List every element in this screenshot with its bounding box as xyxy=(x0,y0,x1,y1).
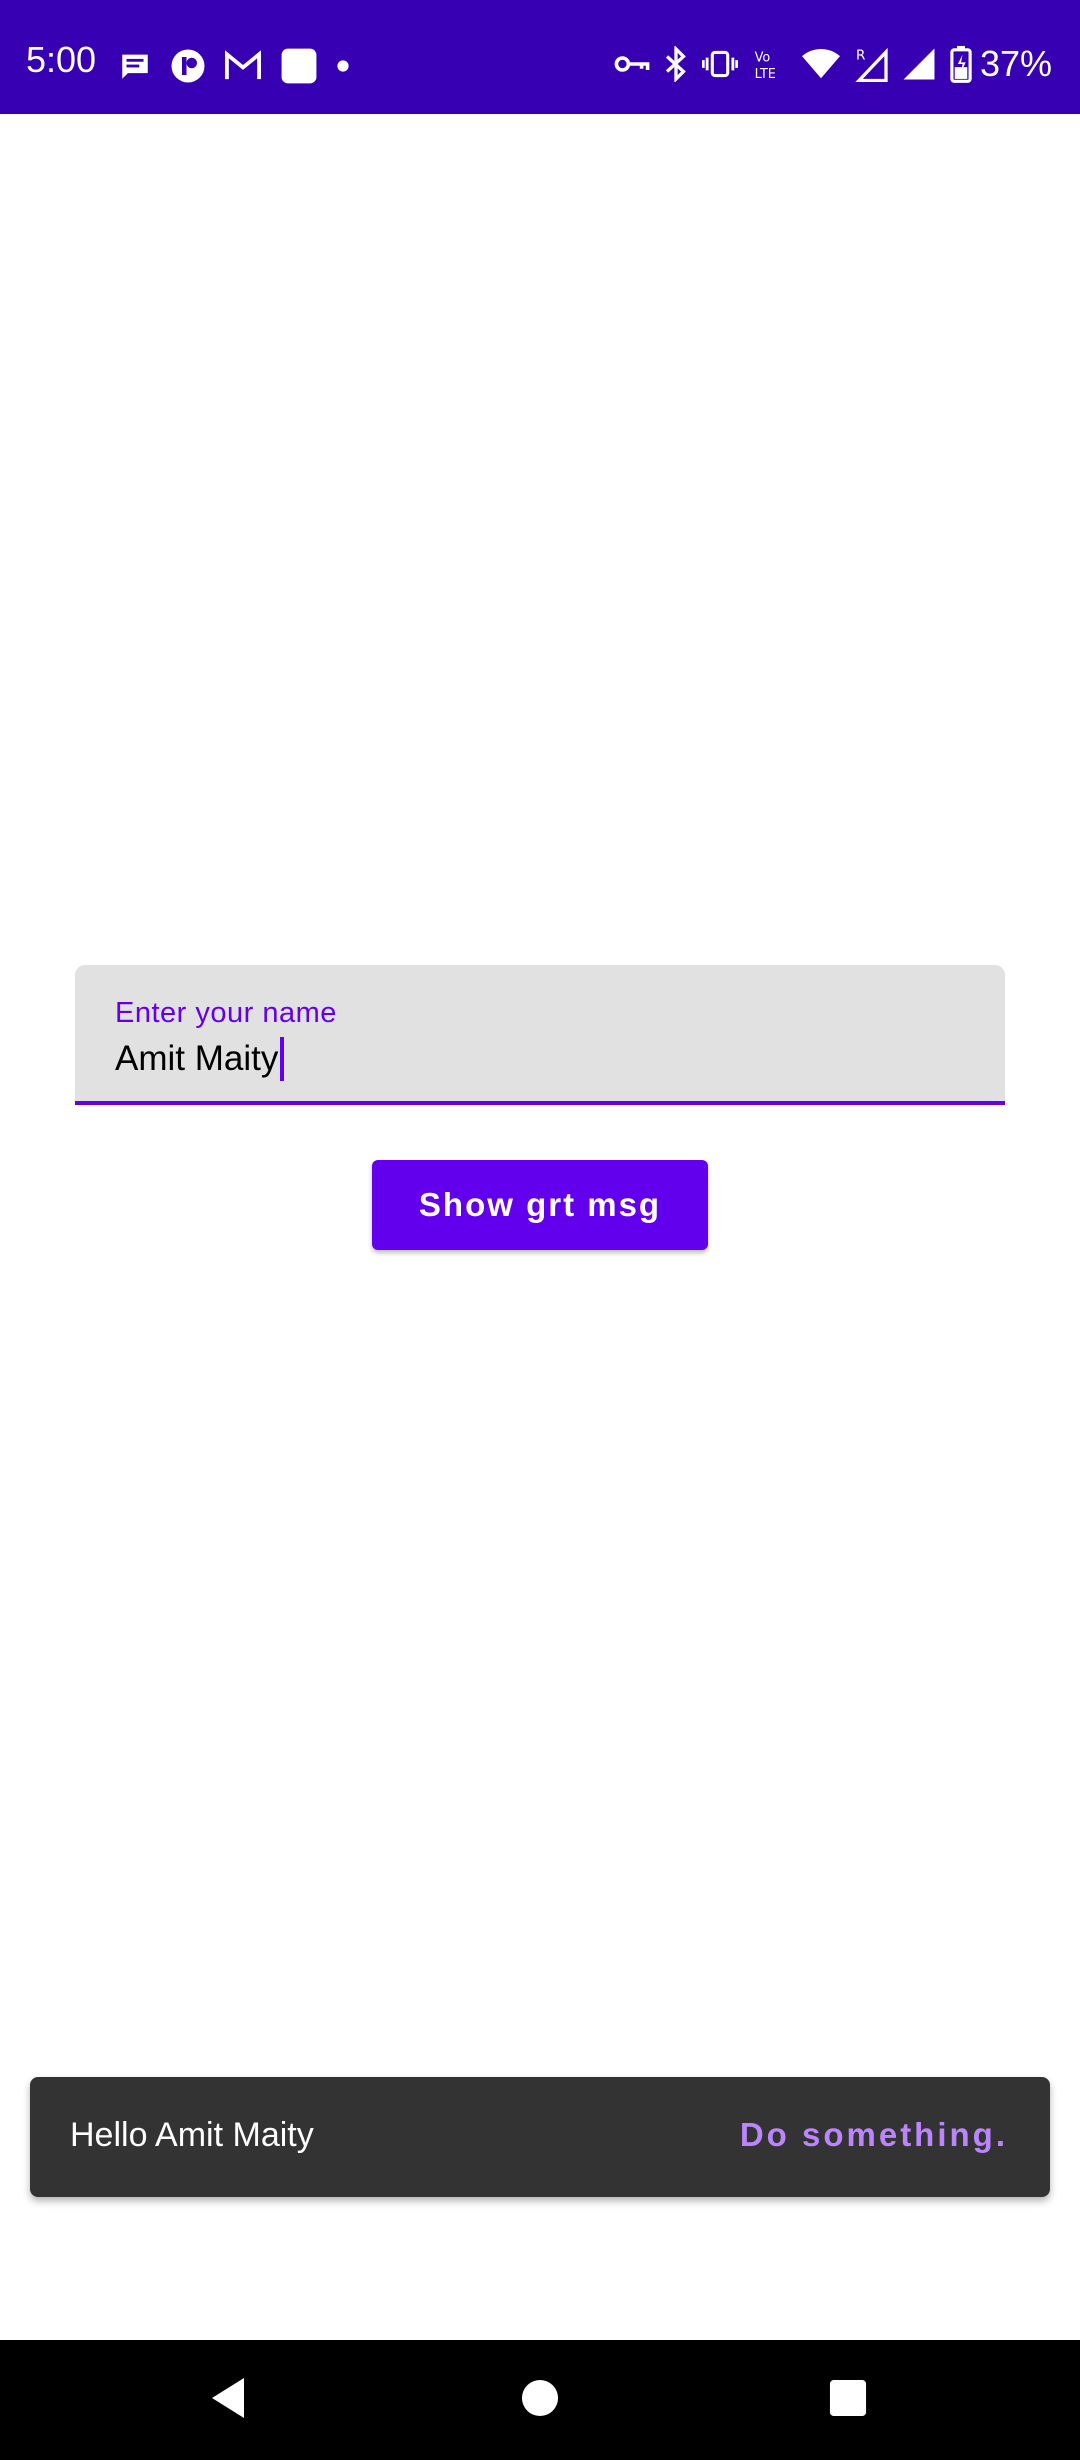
notification-icons xyxy=(118,46,350,86)
vpn-key-icon xyxy=(614,52,650,76)
volte-icon: Vo LTE xyxy=(752,47,788,81)
back-button[interactable] xyxy=(148,2340,308,2460)
home-button[interactable] xyxy=(460,2340,620,2460)
text-cursor xyxy=(280,1037,285,1081)
snackbar: Hello Amit Maity Do something. xyxy=(30,2077,1050,2197)
status-time: 5:00 xyxy=(26,39,97,80)
signal-icon xyxy=(902,47,936,81)
status-bar: 5:00 Vo LTE R 37% xyxy=(0,0,1080,114)
name-input[interactable]: Amit Maity xyxy=(115,1031,285,1087)
back-icon xyxy=(208,2376,248,2425)
name-input-value: Amit Maity xyxy=(115,1039,279,1078)
snackbar-message: Hello Amit Maity xyxy=(70,2116,314,2154)
recents-button[interactable] xyxy=(768,2340,928,2460)
system-status-icons: Vo LTE R 37% xyxy=(614,44,1052,84)
signal-roaming-icon: R xyxy=(854,46,888,82)
show-greeting-button[interactable]: Show grt msg xyxy=(372,1160,708,1250)
app-icon xyxy=(170,48,206,84)
name-field-label: Enter your name xyxy=(115,997,337,1029)
battery-charging-icon xyxy=(950,45,972,83)
svg-text:LTE: LTE xyxy=(755,67,776,81)
square-app-icon xyxy=(280,47,318,85)
wifi-icon xyxy=(801,48,840,80)
vibrate-icon xyxy=(701,49,738,79)
navigation-bar xyxy=(0,2340,1080,2460)
home-icon xyxy=(521,2379,559,2422)
svg-text:R: R xyxy=(856,48,865,64)
bluetooth-icon xyxy=(664,46,688,82)
battery-percentage: 37% xyxy=(979,43,1052,84)
dot-icon xyxy=(336,59,350,73)
svg-text:Vo: Vo xyxy=(755,50,771,65)
recents-icon xyxy=(829,2379,867,2422)
snackbar-action-button[interactable]: Do something. xyxy=(740,2116,1008,2154)
gmail-icon xyxy=(224,49,262,83)
message-icon xyxy=(118,49,152,83)
name-text-field[interactable]: Enter your name Amit Maity xyxy=(75,965,1005,1105)
